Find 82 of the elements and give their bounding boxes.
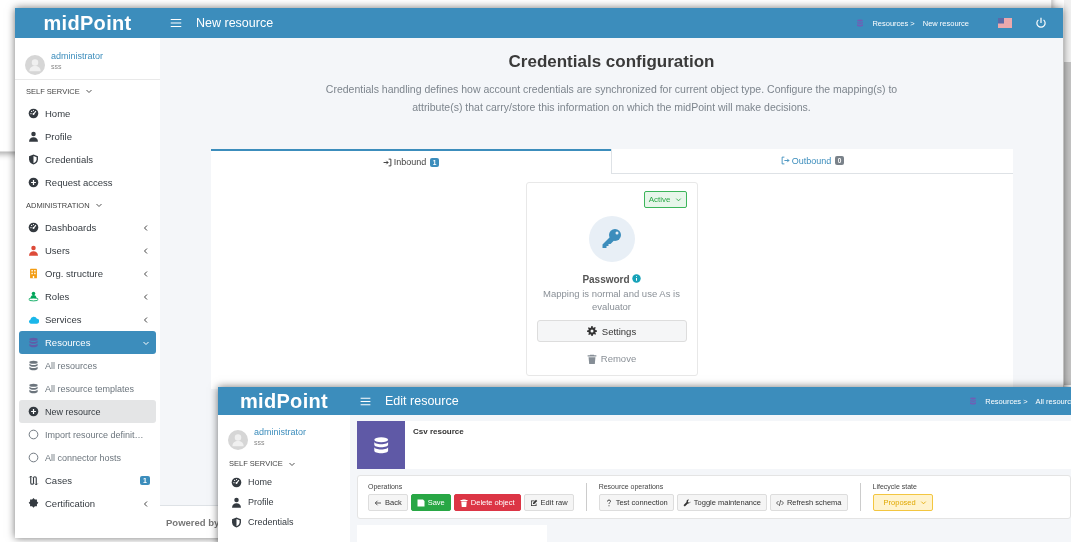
sidebar-item[interactable]: Credentials bbox=[222, 512, 346, 532]
sidebar-item[interactable]: Profile bbox=[19, 125, 156, 148]
logo[interactable]: midPoint bbox=[43, 11, 132, 35]
building-icon bbox=[27, 268, 39, 279]
sidebar-item[interactable]: Org. structure bbox=[19, 262, 156, 285]
chevron-icon bbox=[84, 87, 93, 95]
sidebar-item[interactable]: Credentials bbox=[19, 148, 156, 171]
database-icon bbox=[27, 383, 39, 394]
database-icon bbox=[27, 337, 39, 348]
sidebar-subitem[interactable]: All resource templates bbox=[19, 377, 156, 400]
mapping-name: Password bbox=[582, 273, 630, 285]
cloud-icon bbox=[27, 314, 39, 325]
database-icon bbox=[27, 360, 39, 371]
sign-out-icon bbox=[780, 156, 790, 166]
plus-circle-icon bbox=[27, 406, 39, 417]
flag-icon[interactable] bbox=[998, 18, 1012, 28]
avatar-icon bbox=[25, 54, 45, 75]
user-name[interactable]: administrator bbox=[51, 51, 104, 61]
gauge-icon bbox=[27, 108, 39, 119]
menu-icon bbox=[169, 16, 183, 30]
user-icon bbox=[230, 496, 242, 508]
floppy-icon bbox=[416, 498, 425, 507]
chevron-icon bbox=[142, 269, 150, 278]
database-icon bbox=[856, 19, 865, 27]
sidebar-item[interactable]: Resources bbox=[19, 331, 156, 354]
sidebar-item[interactable]: Certification bbox=[19, 492, 156, 515]
info-icon bbox=[631, 273, 641, 283]
trash-icon bbox=[459, 498, 468, 507]
key-icon bbox=[588, 215, 635, 262]
database-icon bbox=[969, 397, 978, 405]
arrow-left-icon bbox=[374, 498, 382, 507]
resource-name: Csv resource bbox=[413, 427, 464, 438]
power-icon bbox=[1035, 17, 1047, 29]
chevron-icon bbox=[142, 315, 150, 324]
shield-icon bbox=[27, 154, 39, 165]
wrench-icon bbox=[682, 498, 691, 507]
logo[interactable]: midPoint bbox=[240, 389, 328, 413]
sidebar-item[interactable]: Profile bbox=[222, 492, 346, 512]
page-description: Credentials handling defines how account credentials are synchronized for current object type. Configure the mapping(s) to attribute(s) that carry/store this information on which the midPoint will make decisions. bbox=[324, 82, 899, 115]
route-icon bbox=[27, 475, 39, 486]
sidebar-item[interactable]: Services bbox=[19, 308, 156, 331]
shield-icon bbox=[230, 516, 242, 528]
sidebar-subitem[interactable]: Import resource definit… bbox=[19, 423, 156, 446]
sidebar-item[interactable]: Users bbox=[19, 239, 156, 262]
chevron-icon bbox=[94, 201, 103, 209]
person-icon bbox=[27, 291, 39, 302]
settings-button[interactable]: Settings bbox=[536, 320, 687, 343]
sidebar-item[interactable]: Roles bbox=[19, 285, 156, 308]
chevron-icon bbox=[142, 246, 150, 255]
user-icon bbox=[27, 131, 39, 142]
chevron-icon bbox=[142, 292, 150, 301]
chevron-icon bbox=[142, 223, 150, 232]
sidebar-item[interactable]: Dashboards bbox=[19, 216, 156, 239]
sidebar-subitem[interactable]: All resources bbox=[19, 354, 156, 377]
avatar-icon bbox=[228, 430, 248, 450]
mapping-description: Mapping is normal and use As is evaluator bbox=[542, 286, 681, 315]
sign-in-icon bbox=[382, 157, 392, 167]
plus-circle-icon bbox=[27, 177, 39, 188]
chevron-icon bbox=[142, 499, 150, 508]
sidebar-subitem[interactable]: All connector hosts bbox=[19, 446, 156, 469]
code-icon bbox=[775, 498, 784, 507]
user-icon bbox=[27, 245, 39, 256]
gauge-icon bbox=[230, 476, 242, 488]
page-title: New resource bbox=[196, 16, 274, 30]
seal-icon bbox=[27, 498, 39, 509]
sidebar-item[interactable]: Home bbox=[222, 472, 346, 492]
trash-icon bbox=[586, 353, 597, 364]
scrollbar[interactable] bbox=[1064, 0, 1071, 385]
gauge-icon bbox=[27, 222, 39, 233]
sidebar-item[interactable]: Home bbox=[19, 102, 156, 125]
circle-icon bbox=[27, 429, 39, 440]
page-heading: Credentials configuration bbox=[508, 52, 715, 72]
chevron-icon bbox=[674, 195, 682, 203]
gear-icon bbox=[586, 326, 597, 337]
question-icon bbox=[604, 498, 613, 507]
chevron-icon bbox=[919, 499, 927, 506]
edit-icon bbox=[529, 498, 538, 507]
user-name[interactable]: administrator bbox=[254, 426, 307, 437]
sidebar-subitem[interactable]: New resource bbox=[19, 400, 156, 423]
circle-icon bbox=[27, 452, 39, 463]
page-title: Edit resource bbox=[385, 394, 459, 408]
sidebar-item[interactable]: Request access bbox=[19, 171, 156, 194]
